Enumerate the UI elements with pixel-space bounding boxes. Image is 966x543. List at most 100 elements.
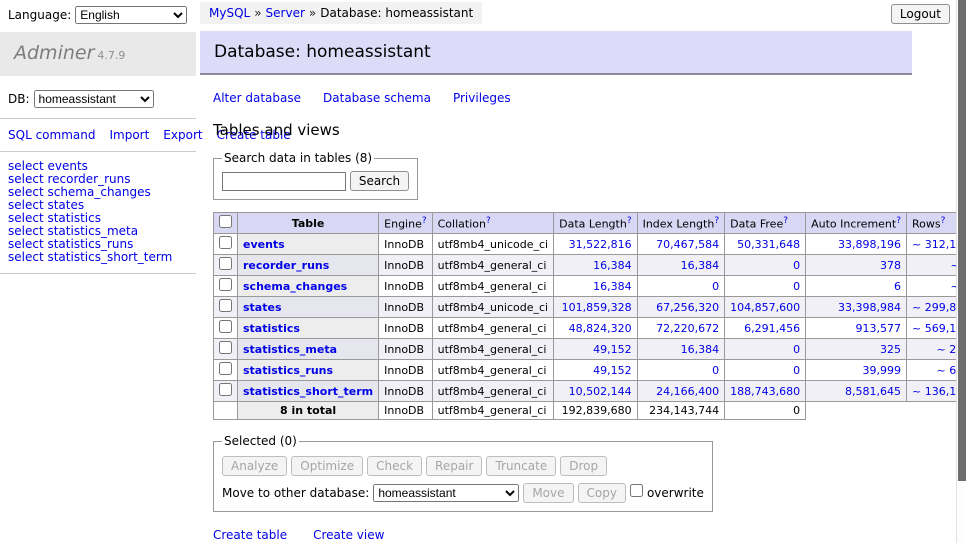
help-icon[interactable]: ? [422, 216, 427, 226]
data-free-cell-link[interactable]: 50,331,648 [737, 238, 800, 251]
select-all-cell [214, 213, 238, 234]
table-name-link[interactable]: recorder_runs [243, 259, 329, 272]
index-length-cell-link[interactable]: 0 [712, 364, 719, 377]
data-length-cell-link[interactable]: 16,384 [593, 280, 632, 293]
table-name-cell: recorder_runs [238, 255, 379, 276]
analyze-button[interactable]: Analyze [222, 456, 287, 476]
sidebar-link-export[interactable]: Export [163, 128, 202, 142]
repair-button[interactable]: Repair [426, 456, 482, 476]
auto-increment-cell-link[interactable]: 8,581,645 [845, 385, 901, 398]
search-input[interactable] [222, 172, 346, 191]
index-length-cell-link[interactable]: 16,384 [681, 343, 720, 356]
row-checkbox[interactable] [219, 341, 232, 354]
move-label: Move to other database: [222, 486, 369, 500]
index-length-cell-link[interactable]: 0 [712, 280, 719, 293]
table-name-link[interactable]: schema_changes [243, 280, 347, 293]
table-name-cell: statistics [238, 318, 379, 339]
move-db-select[interactable]: homeassistant [373, 484, 519, 502]
privileges-link[interactable]: Privileges [453, 91, 511, 105]
selected-fieldset: Selected (0) AnalyzeOptimizeCheckRepairT… [213, 434, 713, 512]
data-length-cell: 49,152 [554, 339, 637, 360]
row-checkbox[interactable] [219, 299, 232, 312]
row-checkbox[interactable] [219, 383, 232, 396]
data-free-cell-link[interactable]: 0 [793, 364, 800, 377]
index-length-cell-link[interactable]: 24,166,400 [656, 385, 719, 398]
auto-increment-cell-link[interactable]: 39,999 [863, 364, 902, 377]
total-engine: InnoDB [379, 402, 432, 420]
drop-button[interactable]: Drop [560, 456, 607, 476]
database-schema-link[interactable]: Database schema [323, 91, 431, 105]
sidebar-link-import[interactable]: Import [109, 128, 149, 142]
table-name-cell: statistics_short_term [238, 381, 379, 402]
data-length-cell-link[interactable]: 49,152 [593, 343, 632, 356]
index-length-cell-link[interactable]: 72,220,672 [656, 322, 719, 335]
data-free-cell-link[interactable]: 0 [793, 259, 800, 272]
auto-increment-cell-link[interactable]: 6 [894, 280, 901, 293]
auto-increment-cell-link[interactable]: 33,398,984 [838, 301, 901, 314]
data-length-cell: 16,384 [554, 276, 637, 297]
data-length-cell-link[interactable]: 101,859,328 [562, 301, 632, 314]
auto-increment-cell-link[interactable]: 913,577 [856, 322, 902, 335]
data-length-cell: 48,824,320 [554, 318, 637, 339]
logout-button[interactable]: Logout [891, 4, 950, 24]
vertical-scrollbar[interactable] [956, 0, 966, 543]
table-name-link[interactable]: events [243, 238, 285, 251]
copy-button[interactable]: Copy [578, 483, 626, 503]
data-length-cell-link[interactable]: 16,384 [593, 259, 632, 272]
create-view-link[interactable]: Create view [313, 528, 384, 542]
data-length-cell-link[interactable]: 10,502,144 [569, 385, 632, 398]
row-checkbox[interactable] [219, 362, 232, 375]
overwrite-checkbox[interactable] [630, 484, 643, 497]
table-row: eventsInnoDButf8mb4_unicode_ci31,522,816… [214, 234, 966, 255]
auto-increment-cell-link[interactable]: 378 [880, 259, 901, 272]
search-button[interactable]: Search [350, 171, 409, 191]
data-free-cell-link[interactable]: 0 [793, 280, 800, 293]
adminer-brand[interactable]: Adminer [14, 42, 94, 64]
row-checkbox[interactable] [219, 236, 232, 249]
sidebar-link-sql-command[interactable]: SQL command [8, 128, 95, 142]
index-length-cell-link[interactable]: 67,256,320 [656, 301, 719, 314]
help-icon[interactable]: ? [714, 216, 719, 226]
table-name-link[interactable]: statistics_meta [243, 343, 337, 356]
sidebar-select-link[interactable]: select statistics_short_term [8, 251, 188, 264]
data-free-cell-link[interactable]: 0 [793, 343, 800, 356]
help-icon[interactable]: ? [486, 216, 491, 226]
row-checkbox[interactable] [219, 257, 232, 270]
tables-header-row: TableEngine?Collation?Data Length?Index … [214, 213, 966, 234]
language-select[interactable]: English [75, 6, 187, 24]
row-checkbox[interactable] [219, 278, 232, 291]
table-name-link[interactable]: statistics_runs [243, 364, 333, 377]
main-area: MySQL»Server»Database: homeassistant Dat… [200, 0, 912, 543]
data-free-cell-link[interactable]: 188,743,680 [730, 385, 800, 398]
move-row: Move to other database: homeassistantMove… [222, 483, 704, 503]
data-length-cell-link[interactable]: 48,824,320 [569, 322, 632, 335]
create-table-link[interactable]: Create table [213, 528, 287, 542]
check-button[interactable]: Check [367, 456, 422, 476]
sidebar: Language:English Adminer4.7.9 DB:homeass… [0, 0, 196, 274]
data-length-cell-link[interactable]: 49,152 [593, 364, 632, 377]
db-select[interactable]: homeassistant [34, 90, 154, 108]
breadcrumb-link-mysql[interactable]: MySQL [209, 6, 250, 20]
index-length-cell-link[interactable]: 70,467,584 [656, 238, 719, 251]
optimize-button[interactable]: Optimize [291, 456, 363, 476]
data-free-cell-link[interactable]: 6,291,456 [744, 322, 800, 335]
move-button[interactable]: Move [523, 483, 573, 503]
data-free-cell-link[interactable]: 104,857,600 [730, 301, 800, 314]
help-icon[interactable]: ? [627, 216, 632, 226]
scrollbar-thumb[interactable] [958, 0, 966, 481]
table-name-link[interactable]: states [243, 301, 282, 314]
help-icon[interactable]: ? [896, 216, 901, 226]
table-name-link[interactable]: statistics [243, 322, 300, 335]
select-all-checkbox[interactable] [219, 215, 232, 228]
help-icon[interactable]: ? [941, 216, 946, 226]
truncate-button[interactable]: Truncate [486, 456, 556, 476]
index-length-cell-link[interactable]: 16,384 [681, 259, 720, 272]
help-icon[interactable]: ? [783, 216, 788, 226]
alter-database-link[interactable]: Alter database [213, 91, 301, 105]
auto-increment-cell-link[interactable]: 33,898,196 [838, 238, 901, 251]
data-length-cell-link[interactable]: 31,522,816 [569, 238, 632, 251]
breadcrumb-link-server[interactable]: Server [266, 6, 305, 20]
table-name-link[interactable]: statistics_short_term [243, 385, 373, 398]
row-checkbox[interactable] [219, 320, 232, 333]
auto-increment-cell-link[interactable]: 325 [880, 343, 901, 356]
